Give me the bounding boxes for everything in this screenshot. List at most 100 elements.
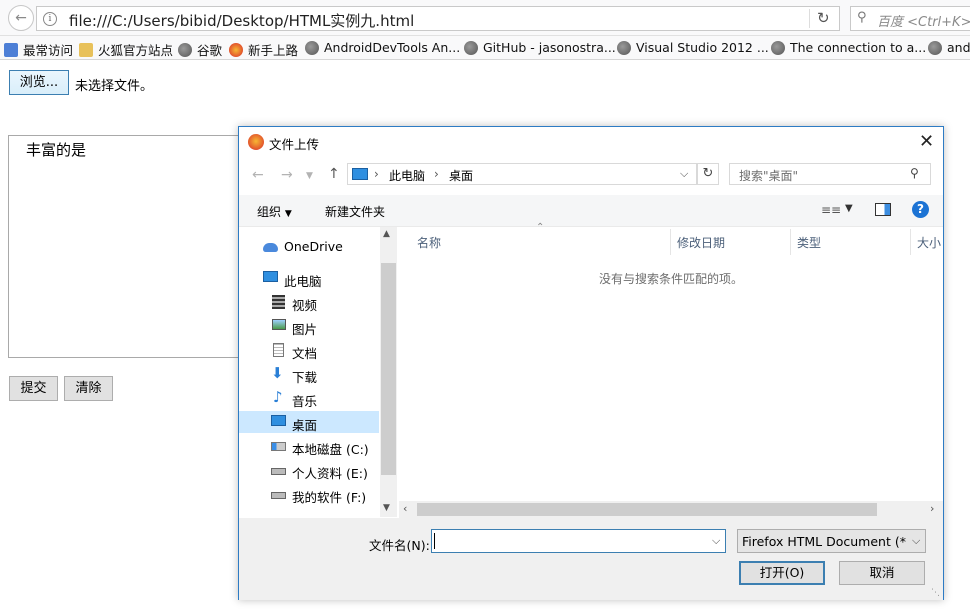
chevron-down-icon[interactable]: ▼	[383, 503, 390, 513]
search-placeholder: 百度 <Ctrl+K>	[877, 15, 970, 30]
filetype-value: Firefox HTML Document (*.htm;*.html)	[742, 534, 907, 549]
search-placeholder: 搜索"桌面"	[739, 169, 799, 183]
clear-button[interactable]: 清除	[64, 376, 113, 401]
search-bar[interactable]: ⚲ 百度 <Ctrl+K>	[850, 6, 970, 31]
column-type[interactable]: 类型	[791, 229, 911, 255]
nav-item-this-pc[interactable]: 此电脑	[239, 267, 379, 289]
computer-icon	[352, 168, 368, 180]
bookmark-item[interactable]: AndroidDevTools An...	[305, 40, 460, 55]
nav-item-downloads[interactable]: ⬇ 下载	[239, 363, 379, 385]
chevron-down-icon[interactable]: ▼	[845, 203, 853, 214]
dialog-title: 文件上传	[269, 137, 320, 152]
dialog-toolbar: 组织 ▼ 新建文件夹 ≡≡ ▼ ?	[239, 195, 943, 227]
text-area[interactable]: 丰富的是	[8, 135, 243, 358]
nav-item-documents[interactable]: 文档	[239, 339, 379, 361]
firefox-icon	[229, 42, 243, 57]
nav-item-desktop[interactable]: 桌面	[239, 411, 379, 433]
folder-search-input[interactable]: 搜索"桌面" ⚲	[729, 163, 931, 185]
open-button[interactable]: 打开(O)	[739, 561, 825, 585]
drive-icon	[271, 468, 286, 475]
column-size[interactable]: 大小	[911, 229, 943, 255]
column-modified[interactable]: 修改日期	[671, 229, 791, 255]
divider	[809, 9, 810, 28]
column-name[interactable]: 名称	[411, 229, 671, 255]
navigation-pane: OneDrive 此电脑 视频 图片 文档 ⬇ 下载 ♪ 音乐 桌面 本地磁盘 …	[239, 227, 397, 517]
filename-input[interactable]: ⌵	[431, 529, 726, 553]
bookmark-item[interactable]: 新手上路	[229, 40, 298, 59]
close-icon[interactable]: ✕	[919, 131, 934, 152]
resize-grip-icon[interactable]: ⋱	[931, 588, 940, 598]
nav-item-onedrive[interactable]: OneDrive	[239, 235, 379, 257]
bookmarks-toolbar: 最常访问 火狐官方站点 谷歌 新手上路 AndroidDevTools An..…	[0, 36, 970, 60]
video-icon	[272, 295, 285, 309]
music-icon: ♪	[273, 388, 283, 406]
chevron-right-icon[interactable]: ›	[930, 502, 934, 515]
textarea-content: 丰富的是	[26, 141, 87, 159]
breadcrumb-this-pc[interactable]: 此电脑	[389, 167, 425, 184]
view-options-icon[interactable]: ≡≡	[821, 203, 841, 217]
folder-icon	[79, 42, 93, 57]
chevron-left-icon[interactable]: ‹	[403, 502, 407, 515]
address-breadcrumb[interactable]: › 此电脑 › 桌面 ⌵	[347, 163, 697, 185]
drive-icon	[271, 442, 286, 451]
bookmark-item[interactable]: The connection to a...	[771, 40, 926, 55]
new-folder-button[interactable]: 新建文件夹	[325, 203, 385, 220]
drive-icon	[271, 492, 286, 499]
bookmark-item[interactable]: 火狐官方站点	[79, 40, 173, 59]
chevron-up-icon[interactable]: ▲	[383, 229, 390, 239]
url-toolbar: ← i file:///C:/Users/bibid/Desktop/HTML实…	[0, 0, 970, 36]
empty-list-message: 没有与搜索条件匹配的项。	[599, 272, 744, 286]
search-icon: ⚲	[910, 166, 919, 180]
documents-icon	[273, 343, 284, 357]
download-icon: ⬇	[271, 364, 284, 382]
reload-icon[interactable]: ↻	[817, 9, 830, 27]
back-arrow-icon: ←	[15, 10, 27, 26]
nav-item-videos[interactable]: 视频	[239, 291, 379, 313]
bookmark-item[interactable]: GitHub - jasonostra...	[464, 40, 616, 55]
browse-button[interactable]: 浏览...	[9, 70, 69, 95]
recent-dropdown-icon[interactable]: ▼	[306, 171, 313, 181]
filename-label: 文件名(N):	[369, 538, 430, 553]
url-text[interactable]: file:///C:/Users/bibid/Desktop/HTML实例九.h…	[69, 10, 414, 31]
globe-icon	[771, 40, 785, 55]
chevron-right-icon[interactable]: ›	[374, 167, 379, 181]
computer-icon	[263, 271, 278, 282]
back-button[interactable]: ←	[8, 5, 34, 31]
nav-item-music[interactable]: ♪ 音乐	[239, 387, 379, 409]
scrollbar-thumb[interactable]	[381, 263, 396, 475]
breadcrumb-desktop[interactable]: 桌面	[449, 167, 473, 184]
nav-item-drive-e[interactable]: 个人资料 (E:)	[239, 459, 379, 481]
chevron-down-icon[interactable]: ⌵	[680, 167, 688, 181]
nav-item-pictures[interactable]: 图片	[239, 315, 379, 337]
filetype-select[interactable]: Firefox HTML Document (*.htm;*.html) ⌵	[737, 529, 926, 553]
chevron-right-icon[interactable]: ›	[434, 167, 439, 181]
globe-icon	[305, 40, 319, 55]
help-icon[interactable]: ?	[912, 201, 929, 218]
info-icon[interactable]: i	[43, 12, 57, 26]
refresh-icon[interactable]: ↻	[697, 163, 719, 185]
forward-arrow-icon[interactable]: →	[281, 167, 293, 183]
chevron-down-icon[interactable]: ⌵	[712, 534, 720, 548]
back-arrow-icon[interactable]: ←	[252, 167, 264, 183]
search-icon: ⚲	[857, 10, 867, 25]
globe-icon	[617, 40, 631, 55]
file-list-hscrollbar[interactable]: ‹ ›	[399, 501, 943, 518]
file-upload-dialog: 文件上传 ✕ ← → ▼ ↑ › 此电脑 › 桌面 ⌵ ↻ 搜索"桌面" ⚲ 组…	[238, 126, 944, 600]
nav-scrollbar[interactable]: ▲ ▼	[380, 227, 397, 517]
address-bar[interactable]: i file:///C:/Users/bibid/Desktop/HTML实例九…	[36, 6, 840, 31]
bookmark-item[interactable]: and	[928, 40, 970, 55]
organize-menu[interactable]: 组织 ▼	[257, 203, 292, 220]
submit-button[interactable]: 提交	[9, 376, 58, 401]
up-arrow-icon[interactable]: ↑	[328, 166, 340, 182]
scrollbar-thumb[interactable]	[417, 503, 877, 516]
preview-pane-icon[interactable]	[875, 203, 891, 216]
nav-item-drive-c[interactable]: 本地磁盘 (C:)	[239, 435, 379, 457]
cancel-button[interactable]: 取消	[839, 561, 925, 585]
bookmark-item[interactable]: Visual Studio 2012 ...	[617, 40, 769, 55]
text-caret	[434, 533, 435, 549]
bookmark-item[interactable]: 谷歌	[178, 40, 222, 59]
star-icon	[4, 42, 18, 57]
globe-icon	[464, 40, 478, 55]
bookmark-item[interactable]: 最常访问	[4, 40, 73, 59]
nav-item-drive-f[interactable]: 我的软件 (F:)	[239, 483, 379, 505]
